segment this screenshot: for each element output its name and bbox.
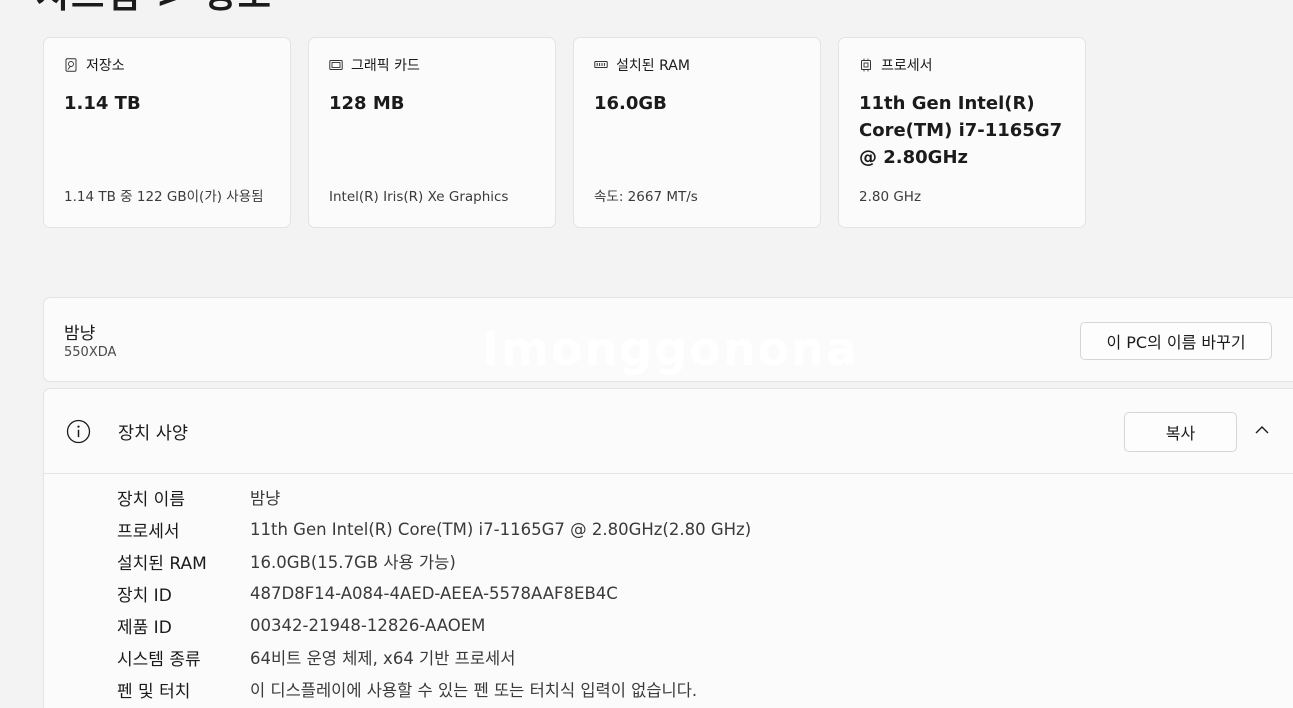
processor-icon bbox=[861, 58, 871, 72]
spec-value: 64비트 운영 체제, x64 기반 프로세서 bbox=[250, 649, 516, 668]
device-spec-header[interactable]: 장치 사양 복사 bbox=[44, 389, 1293, 474]
spec-value: 11th Gen Intel(R) Core(TM) i7-1165G7 @ 2… bbox=[250, 519, 752, 539]
pc-name-panel: 밤냥 550XDA Imonggonona 이 PC의 이름 바꾸기 bbox=[43, 297, 1293, 382]
storage-card-detail: 1.14 TB 중 122 GB이(가) 사용됨 bbox=[64, 189, 264, 205]
spec-label: 장치 이름 bbox=[117, 489, 185, 510]
ram-card: 설치된 RAM 16.0GB 속도: 2667 MT/s bbox=[573, 37, 821, 228]
spec-label: 펜 및 터치 bbox=[117, 681, 191, 702]
spec-value: 00342-21948-12826-AAOEM bbox=[250, 615, 486, 635]
spec-row-processor: 프로세서 11th Gen Intel(R) Core(TM) i7-1165G… bbox=[117, 513, 1293, 545]
graphics-card-card: 그래픽 카드 128 MB Intel(R) Iris(R) Xe Graphi… bbox=[308, 37, 556, 228]
spec-label: 프로세서 bbox=[117, 521, 180, 542]
page-title: 시스템 > 정보 bbox=[36, 0, 273, 18]
graphics-card-label: 그래픽 카드 bbox=[351, 58, 420, 74]
ram-card-value: 16.0GB bbox=[594, 93, 667, 114]
storage-card-label: 저장소 bbox=[86, 58, 125, 74]
storage-card: 저장소 1.14 TB 1.14 TB 중 122 GB이(가) 사용됨 bbox=[43, 37, 291, 228]
watermark: Imonggonona bbox=[482, 322, 859, 376]
info-icon bbox=[66, 419, 91, 444]
spec-row-device-name: 장치 이름 밤냥 bbox=[117, 481, 1293, 513]
spec-value: 이 디스플레이에 사용할 수 있는 펜 또는 터치식 입력이 없습니다. bbox=[250, 681, 698, 700]
spec-value: 487D8F14-A084-4AED-AEEA-5578AAF8EB4C bbox=[250, 583, 618, 603]
device-spec-panel: 장치 사양 복사 장치 이름 밤냥 프로세서 11th Gen Intel(R)… bbox=[43, 388, 1293, 708]
spec-row-system-type: 시스템 종류 64비트 운영 체제, x64 기반 프로세서 bbox=[117, 641, 1293, 673]
system-about-page: 시스템 > 정보 저장소 1.14 TB 1.14 TB 중 122 GB이(가… bbox=[0, 0, 1293, 708]
pc-model: 550XDA bbox=[64, 345, 117, 360]
graphics-card-detail: Intel(R) Iris(R) Xe Graphics bbox=[329, 189, 509, 205]
spec-row-ram: 설치된 RAM 16.0GB(15.7GB 사용 가능) bbox=[117, 545, 1293, 577]
graphics-card-value: 128 MB bbox=[329, 93, 405, 114]
chevron-up-icon[interactable] bbox=[1253, 423, 1271, 437]
processor-card-value: 11th Gen Intel(R) Core(TM) i7-1165G7 @ 2… bbox=[859, 93, 1063, 168]
storage-icon bbox=[65, 58, 77, 72]
copy-button[interactable]: 복사 bbox=[1124, 412, 1237, 452]
device-spec-title: 장치 사양 bbox=[118, 424, 188, 444]
spec-row-pen-touch: 펜 및 터치 이 디스플레이에 사용할 수 있는 펜 또는 터치식 입력이 없습… bbox=[117, 673, 1293, 705]
ram-card-detail: 속도: 2667 MT/s bbox=[594, 189, 698, 205]
processor-card-label: 프로세서 bbox=[881, 58, 933, 74]
spec-value: 밤냥 bbox=[250, 489, 281, 508]
device-spec-list: 장치 이름 밤냥 프로세서 11th Gen Intel(R) Core(TM)… bbox=[117, 481, 1293, 705]
processor-card-detail: 2.80 GHz bbox=[859, 189, 922, 205]
spec-value: 16.0GB(15.7GB 사용 가능) bbox=[250, 553, 456, 572]
spec-row-product-id: 제품 ID 00342-21948-12826-AAOEM bbox=[117, 609, 1293, 641]
spec-label: 제품 ID bbox=[117, 617, 172, 638]
storage-card-value: 1.14 TB bbox=[64, 93, 141, 114]
graphics-card-icon bbox=[329, 60, 343, 70]
ram-card-label: 설치된 RAM bbox=[616, 58, 690, 74]
spec-label: 시스템 종류 bbox=[117, 649, 201, 670]
rename-pc-button[interactable]: 이 PC의 이름 바꾸기 bbox=[1080, 322, 1272, 360]
processor-card: 프로세서 11th Gen Intel(R) Core(TM) i7-1165G… bbox=[838, 37, 1086, 228]
ram-icon bbox=[594, 61, 608, 68]
spec-label: 설치된 RAM bbox=[117, 553, 207, 574]
spec-row-device-id: 장치 ID 487D8F14-A084-4AED-AEEA-5578AAF8EB… bbox=[117, 577, 1293, 609]
spec-label: 장치 ID bbox=[117, 585, 172, 606]
pc-name: 밤냥 bbox=[64, 324, 96, 344]
